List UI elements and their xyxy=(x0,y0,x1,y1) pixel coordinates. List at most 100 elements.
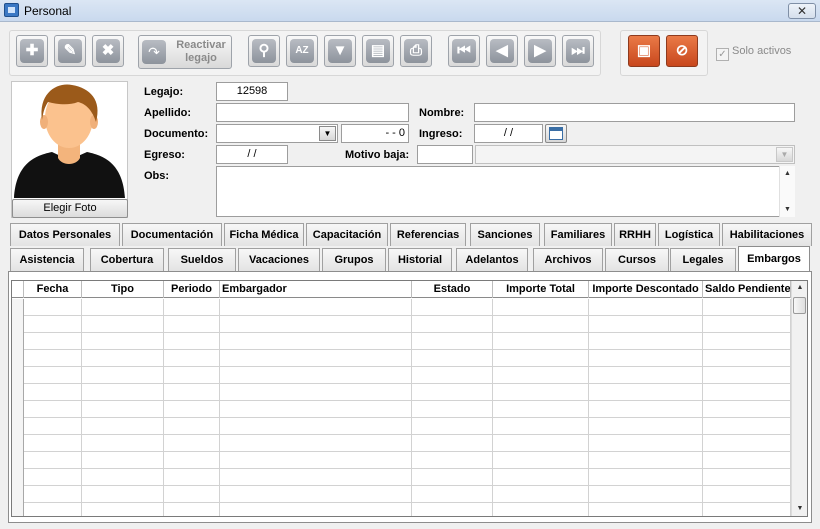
tab-vacaciones[interactable]: Vacaciones xyxy=(238,248,320,271)
row-selector[interactable] xyxy=(12,435,24,452)
table-cell[interactable] xyxy=(493,367,589,384)
table-cell[interactable] xyxy=(220,418,412,435)
table-row[interactable] xyxy=(12,418,791,435)
col-header-tipo[interactable]: Tipo xyxy=(82,281,164,298)
table-cell[interactable] xyxy=(164,299,220,316)
save-button[interactable]: ▣ xyxy=(628,35,660,67)
table-cell[interactable] xyxy=(164,316,220,333)
table-cell[interactable] xyxy=(493,299,589,316)
print-button[interactable]: ⎙ xyxy=(400,35,432,67)
table-cell[interactable] xyxy=(82,418,164,435)
table-cell[interactable] xyxy=(703,452,791,469)
motivo-baja-code-field[interactable] xyxy=(417,145,473,164)
table-cell[interactable] xyxy=(82,469,164,486)
motivo-baja-select[interactable] xyxy=(475,145,795,164)
tab-ficha-medica[interactable]: Ficha Médica xyxy=(224,223,304,246)
table-cell[interactable] xyxy=(703,299,791,316)
table-cell[interactable] xyxy=(164,503,220,516)
table-row[interactable] xyxy=(12,299,791,316)
apellido-field[interactable] xyxy=(216,103,409,122)
col-header-embargador[interactable]: Embargador xyxy=(220,281,412,298)
table-cell[interactable] xyxy=(82,299,164,316)
solo-activos-checkbox[interactable]: ✓ Solo activos xyxy=(716,45,791,61)
table-cell[interactable] xyxy=(24,401,82,418)
tab-adelantos[interactable]: Adelantos xyxy=(456,248,528,271)
col-header-saldo-pendiente[interactable]: Saldo Pendiente xyxy=(703,281,791,298)
table-cell[interactable] xyxy=(703,401,791,418)
table-cell[interactable] xyxy=(412,418,493,435)
table-cell[interactable] xyxy=(220,503,412,516)
row-selector[interactable] xyxy=(12,316,24,333)
table-cell[interactable] xyxy=(24,418,82,435)
documento-number-field[interactable]: - - 0 xyxy=(341,124,409,143)
table-row[interactable] xyxy=(12,350,791,367)
table-cell[interactable] xyxy=(412,299,493,316)
table-cell[interactable] xyxy=(220,350,412,367)
last-record-button[interactable]: ⏭ xyxy=(562,35,594,67)
table-cell[interactable] xyxy=(589,316,703,333)
table-cell[interactable] xyxy=(589,384,703,401)
row-selector[interactable] xyxy=(12,469,24,486)
table-cell[interactable] xyxy=(703,435,791,452)
table-cell[interactable] xyxy=(82,435,164,452)
add-button[interactable]: ✚ xyxy=(16,35,48,67)
table-cell[interactable] xyxy=(412,333,493,350)
table-cell[interactable] xyxy=(164,452,220,469)
table-row[interactable] xyxy=(12,384,791,401)
table-cell[interactable] xyxy=(82,367,164,384)
tab-embargos[interactable]: Embargos xyxy=(738,246,810,271)
table-cell[interactable] xyxy=(164,367,220,384)
table-cell[interactable] xyxy=(164,435,220,452)
table-cell[interactable] xyxy=(24,333,82,350)
scroll-down-icon[interactable]: ▼ xyxy=(780,206,795,213)
table-cell[interactable] xyxy=(493,418,589,435)
next-record-button[interactable]: ▶ xyxy=(524,35,556,67)
table-cell[interactable] xyxy=(82,401,164,418)
table-cell[interactable] xyxy=(703,384,791,401)
table-cell[interactable] xyxy=(703,486,791,503)
table-cell[interactable] xyxy=(82,333,164,350)
obs-scrollbar[interactable]: ▲ ▼ xyxy=(779,166,795,217)
tab-rrhh[interactable]: RRHH xyxy=(614,223,656,246)
scroll-down-icon[interactable]: ▼ xyxy=(792,502,807,516)
table-cell[interactable] xyxy=(24,503,82,516)
table-cell[interactable] xyxy=(164,486,220,503)
ingreso-calendar-button[interactable] xyxy=(545,124,567,143)
table-cell[interactable] xyxy=(703,418,791,435)
row-selector[interactable] xyxy=(12,452,24,469)
table-cell[interactable] xyxy=(24,299,82,316)
table-cell[interactable] xyxy=(220,316,412,333)
table-cell[interactable] xyxy=(220,384,412,401)
table-row[interactable] xyxy=(12,503,791,516)
table-cell[interactable] xyxy=(24,316,82,333)
scroll-up-icon[interactable]: ▲ xyxy=(780,170,795,177)
table-cell[interactable] xyxy=(493,486,589,503)
tab-legales[interactable]: Legales xyxy=(670,248,736,271)
report-button[interactable]: ▤ xyxy=(362,35,394,67)
table-cell[interactable] xyxy=(164,401,220,418)
row-selector[interactable] xyxy=(12,486,24,503)
tab-asistencia[interactable]: Asistencia xyxy=(10,248,84,271)
table-cell[interactable] xyxy=(164,350,220,367)
table-cell[interactable] xyxy=(589,367,703,384)
scroll-up-icon[interactable]: ▲ xyxy=(792,281,807,295)
tab-logistica[interactable]: Logística xyxy=(658,223,720,246)
table-cell[interactable] xyxy=(24,367,82,384)
table-cell[interactable] xyxy=(703,350,791,367)
table-cell[interactable] xyxy=(412,452,493,469)
table-cell[interactable] xyxy=(164,384,220,401)
table-cell[interactable] xyxy=(493,333,589,350)
table-cell[interactable] xyxy=(24,469,82,486)
table-cell[interactable] xyxy=(493,469,589,486)
tab-habilitaciones[interactable]: Habilitaciones xyxy=(722,223,812,246)
table-cell[interactable] xyxy=(24,486,82,503)
tab-capacitacion[interactable]: Capacitación xyxy=(306,223,388,246)
table-cell[interactable] xyxy=(412,316,493,333)
table-cell[interactable] xyxy=(220,486,412,503)
reactivar-legajo-button[interactable]: ↷ Reactivar legajo xyxy=(138,35,232,69)
table-cell[interactable] xyxy=(589,486,703,503)
table-row[interactable] xyxy=(12,452,791,469)
table-cell[interactable] xyxy=(412,469,493,486)
search-button[interactable]: ⚲ xyxy=(248,35,280,67)
row-selector[interactable] xyxy=(12,299,24,316)
